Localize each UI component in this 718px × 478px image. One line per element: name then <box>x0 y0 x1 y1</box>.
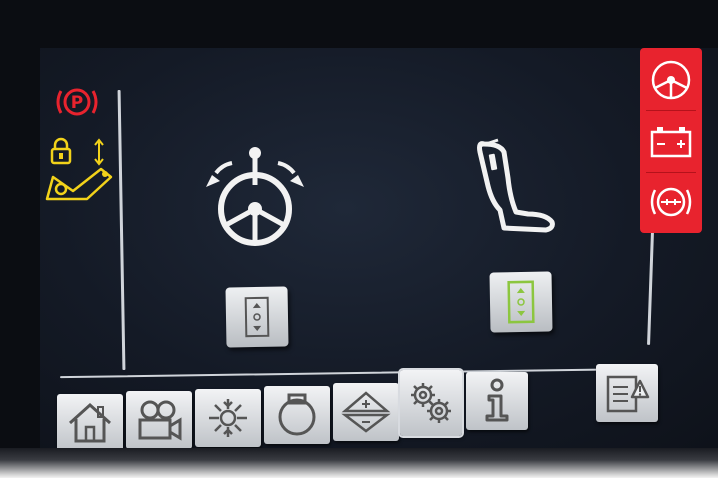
steering-wheel-icon <box>206 147 304 246</box>
seat-adjust-button[interactable] <box>489 271 553 333</box>
engine-icon <box>278 393 316 436</box>
battery-warning[interactable] <box>640 112 702 172</box>
seat-icon <box>477 138 555 233</box>
adjust-icon <box>341 391 391 433</box>
warning-log-icon <box>606 375 650 413</box>
tab-adjust[interactable] <box>333 383 399 441</box>
lock-icon <box>50 137 72 165</box>
vertical-arrow-icon <box>94 138 104 166</box>
alerts-panel <box>640 48 702 233</box>
tab-engine[interactable] <box>264 386 330 444</box>
battery-warning-icon <box>650 127 692 158</box>
info-icon <box>485 378 509 422</box>
bezel-bottom <box>0 448 718 478</box>
settings-icon <box>411 383 451 423</box>
brake-warning[interactable] <box>640 172 702 232</box>
adjust-stepper-icon <box>507 280 535 324</box>
tab-info[interactable] <box>466 372 528 430</box>
adjust-stepper-icon <box>244 296 270 338</box>
steering-adjust-button[interactable] <box>225 286 289 348</box>
lift-arm-icon <box>45 167 113 201</box>
tab-warning-log[interactable] <box>596 364 658 422</box>
parking-brake-icon: P <box>56 88 98 116</box>
brake-warning-icon <box>650 187 692 217</box>
steering-warning[interactable] <box>640 50 702 110</box>
steering-warning-icon <box>651 60 691 100</box>
home-icon <box>68 402 112 443</box>
alert-separator <box>646 110 696 111</box>
display-frame: P <box>0 0 718 478</box>
climate-icon <box>209 399 247 437</box>
svg-text:P: P <box>71 93 83 113</box>
tab-home[interactable] <box>57 394 123 452</box>
tab-settings[interactable] <box>400 370 462 436</box>
tab-climate[interactable] <box>195 389 261 447</box>
tab-camera[interactable] <box>126 391 192 449</box>
camera-icon <box>138 400 182 441</box>
